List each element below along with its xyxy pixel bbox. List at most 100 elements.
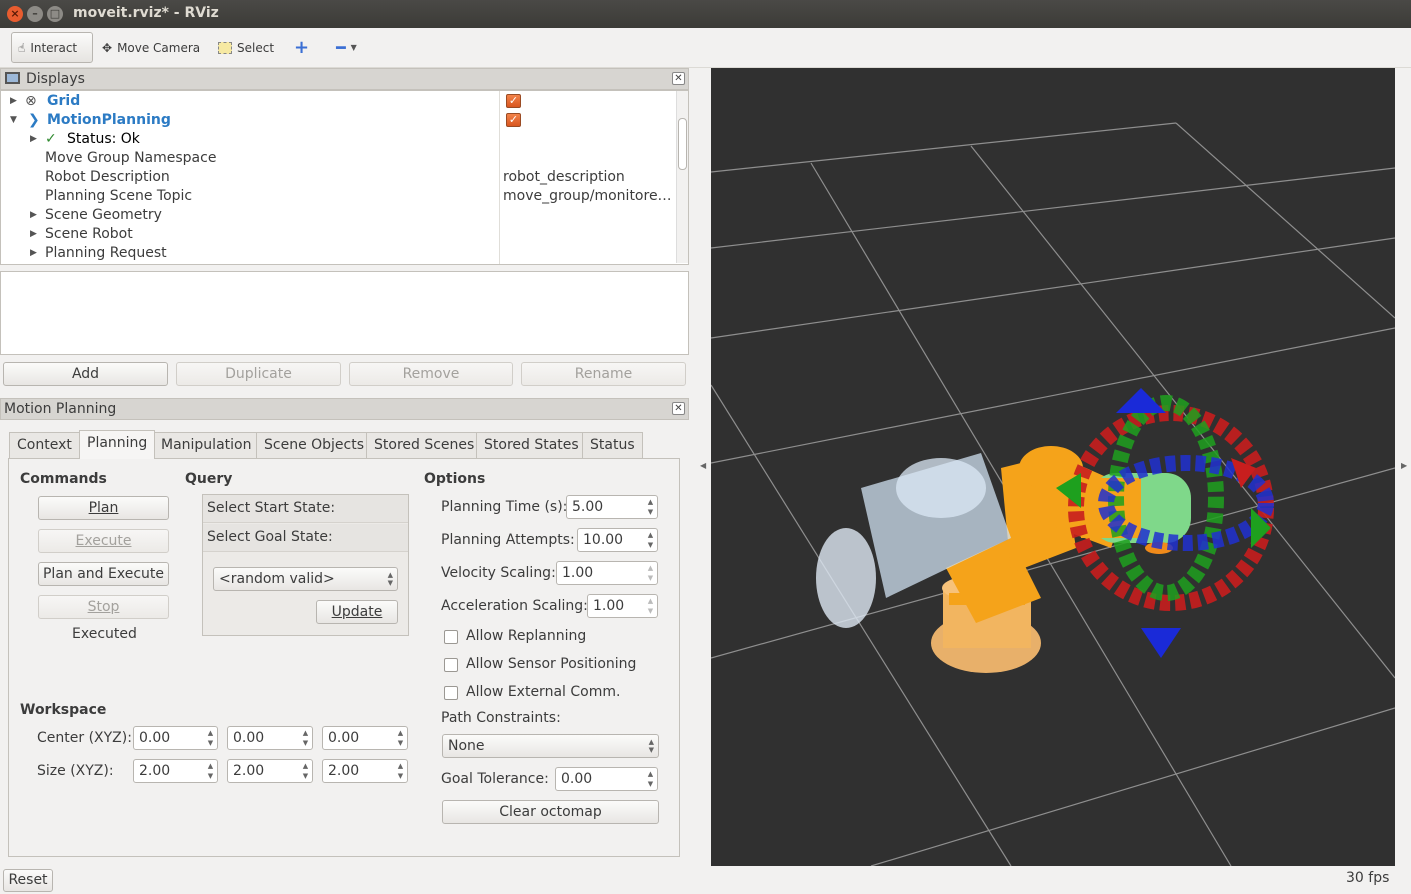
spinner-arrows-icon[interactable]: ▲ ▼: [396, 728, 405, 748]
execute-button[interactable]: Execute: [38, 529, 169, 553]
tree-item-value[interactable]: robot_description: [503, 168, 625, 187]
add-display-button[interactable]: Add: [3, 362, 168, 386]
select-start-state-row[interactable]: Select Start State:: [203, 495, 408, 523]
spinner-arrows-icon[interactable]: ▲ ▼: [646, 596, 655, 616]
add-tool-button[interactable]: +: [288, 32, 315, 63]
window-close-button[interactable]: ×: [7, 6, 23, 22]
motionplanning-enabled-checkbox[interactable]: ✓: [506, 113, 521, 127]
workspace-size-y-input[interactable]: 2.00 ▲ ▼: [227, 759, 313, 783]
tree-item-label: Move Group Namespace: [45, 150, 217, 166]
selection-box-icon: [218, 41, 232, 54]
spinner-arrows-icon[interactable]: ▲ ▼: [646, 497, 655, 517]
tree-row-move-group-namespace[interactable]: Move Group Namespace: [1, 149, 673, 168]
3d-viewport[interactable]: [711, 68, 1395, 866]
allow-sensor-positioning-label: Allow Sensor Positioning: [466, 656, 637, 672]
tree-scrollbar[interactable]: [676, 91, 688, 263]
spinner-arrows-icon[interactable]: ▲ ▼: [646, 530, 655, 550]
commands-header: Commands: [20, 471, 107, 487]
tree-item-label: Planning Scene Topic: [45, 188, 193, 204]
check-icon: ✓: [45, 131, 57, 147]
tree-row-status[interactable]: ▶ ✓ Status: Ok: [1, 130, 673, 149]
spinner-arrows-icon[interactable]: ▲ ▼: [206, 761, 215, 781]
workspace-size-z-input[interactable]: 2.00 ▲ ▼: [322, 759, 408, 783]
collapse-arrow-icon[interactable]: ▼: [10, 111, 17, 130]
tree-column-divider[interactable]: [499, 91, 500, 264]
center-x-value: 0.00: [139, 730, 171, 746]
spinner-arrows-icon[interactable]: ▲ ▼: [646, 769, 655, 789]
planning-attempts-input[interactable]: 10.00 ▲ ▼: [577, 528, 658, 552]
allow-external-comm-checkbox[interactable]: [444, 686, 458, 700]
tree-row-scene-robot[interactable]: ▶ Scene Robot: [1, 225, 673, 244]
plan-button[interactable]: Plan: [38, 496, 169, 520]
tab-planning[interactable]: Planning: [79, 430, 156, 459]
tab-stored-states[interactable]: Stored States: [476, 432, 587, 458]
remove-display-button[interactable]: Remove: [349, 362, 513, 386]
tree-item-value[interactable]: move_group/monitore…: [503, 187, 672, 206]
motion-planning-close-button[interactable]: ✕: [672, 402, 685, 415]
tab-context[interactable]: Context: [9, 432, 80, 458]
tree-row-robot-description[interactable]: Robot Description robot_description: [1, 168, 673, 187]
remove-tool-button[interactable]: ━ ▼: [330, 32, 363, 63]
expand-arrow-icon[interactable]: ▶: [30, 130, 37, 149]
update-button[interactable]: Update: [316, 600, 398, 624]
expand-arrow-icon[interactable]: ▶: [10, 92, 17, 111]
acceleration-scaling-input[interactable]: 1.00 ▲ ▼: [587, 594, 658, 618]
tree-row-scene-geometry[interactable]: ▶ Scene Geometry: [1, 206, 673, 225]
tab-stored-scenes[interactable]: Stored Scenes: [366, 432, 483, 458]
rename-display-button[interactable]: Rename: [521, 362, 686, 386]
spinner-arrows-icon[interactable]: ▲ ▼: [206, 728, 215, 748]
select-tool-button[interactable]: Select: [212, 32, 280, 63]
window-minimize-button[interactable]: –: [27, 6, 43, 22]
move-camera-tool-button[interactable]: ✥ Move Camera: [96, 32, 206, 63]
goal-tolerance-input[interactable]: 0.00 ▲ ▼: [555, 767, 658, 791]
workspace-center-y-input[interactable]: 0.00 ▲ ▼: [227, 726, 313, 750]
tree-row-planning-request[interactable]: ▶ Planning Request: [1, 244, 673, 263]
expand-arrow-icon[interactable]: ▶: [30, 225, 37, 244]
stop-button[interactable]: Stop: [38, 595, 169, 619]
duplicate-display-button[interactable]: Duplicate: [176, 362, 341, 386]
size-x-value: 2.00: [139, 763, 171, 779]
tree-scrollbar-thumb[interactable]: [678, 118, 687, 170]
plan-and-execute-button[interactable]: Plan and Execute: [38, 562, 169, 586]
acceleration-scaling-label: Acceleration Scaling:: [441, 598, 588, 614]
tab-manipulation[interactable]: Manipulation: [153, 432, 260, 458]
center-y-value: 0.00: [233, 730, 265, 746]
window-maximize-button[interactable]: □: [47, 6, 63, 22]
collapse-right-icon[interactable]: ▶: [1401, 461, 1407, 470]
workspace-center-z-input[interactable]: 0.00 ▲ ▼: [322, 726, 408, 750]
path-constraints-value: None: [448, 738, 485, 754]
displays-close-button[interactable]: ✕: [672, 72, 685, 85]
tree-row-grid[interactable]: ▶ ⊗ Grid ✓: [1, 92, 673, 111]
query-header: Query: [185, 471, 233, 487]
tree-row-planning-scene-topic[interactable]: Planning Scene Topic move_group/monitore…: [1, 187, 673, 206]
reset-button[interactable]: Reset: [3, 869, 53, 892]
interact-tool-button[interactable]: ☝ Interact: [11, 32, 93, 63]
select-goal-state-row[interactable]: Select Goal State:: [203, 524, 408, 552]
planning-attempts-label: Planning Attempts:: [441, 532, 575, 548]
goal-state-value: <random valid>: [219, 571, 335, 587]
spinner-arrows-icon[interactable]: ▲ ▼: [646, 563, 655, 583]
motion-planning-panel-header: Motion Planning ✕: [0, 398, 689, 420]
allow-sensor-positioning-checkbox[interactable]: [444, 658, 458, 672]
spinner-arrows-icon[interactable]: ▲ ▼: [301, 728, 310, 748]
workspace-size-x-input[interactable]: 2.00 ▲ ▼: [133, 759, 218, 783]
expand-arrow-icon[interactable]: ▶: [30, 206, 37, 225]
workspace-center-x-input[interactable]: 0.00 ▲ ▼: [133, 726, 218, 750]
tab-scene-objects[interactable]: Scene Objects: [256, 432, 373, 458]
velocity-scaling-input[interactable]: 1.00 ▲ ▼: [556, 561, 658, 585]
spinner-arrows-icon[interactable]: ▲ ▼: [301, 761, 310, 781]
velocity-scaling-value: 1.00: [562, 565, 594, 581]
spinner-arrows-icon[interactable]: ▲ ▼: [396, 761, 405, 781]
collapse-left-icon[interactable]: ◀: [700, 461, 706, 470]
expand-arrow-icon[interactable]: ▶: [30, 244, 37, 263]
tree-row-motionplanning[interactable]: ▼ ❯ MotionPlanning ✓: [1, 111, 673, 130]
clear-octomap-button[interactable]: Clear octomap: [442, 800, 659, 824]
tab-status[interactable]: Status: [582, 432, 643, 458]
grid-enabled-checkbox[interactable]: ✓: [506, 94, 521, 108]
allow-external-comm-label: Allow External Comm.: [466, 684, 621, 700]
path-constraints-combo[interactable]: None ▲ ▼: [442, 734, 659, 758]
chevron-down-icon: ▼: [350, 43, 357, 52]
allow-replanning-checkbox[interactable]: [444, 630, 458, 644]
goal-state-combo[interactable]: <random valid> ▲ ▼: [213, 567, 398, 591]
planning-time-input[interactable]: 5.00 ▲ ▼: [566, 495, 658, 519]
